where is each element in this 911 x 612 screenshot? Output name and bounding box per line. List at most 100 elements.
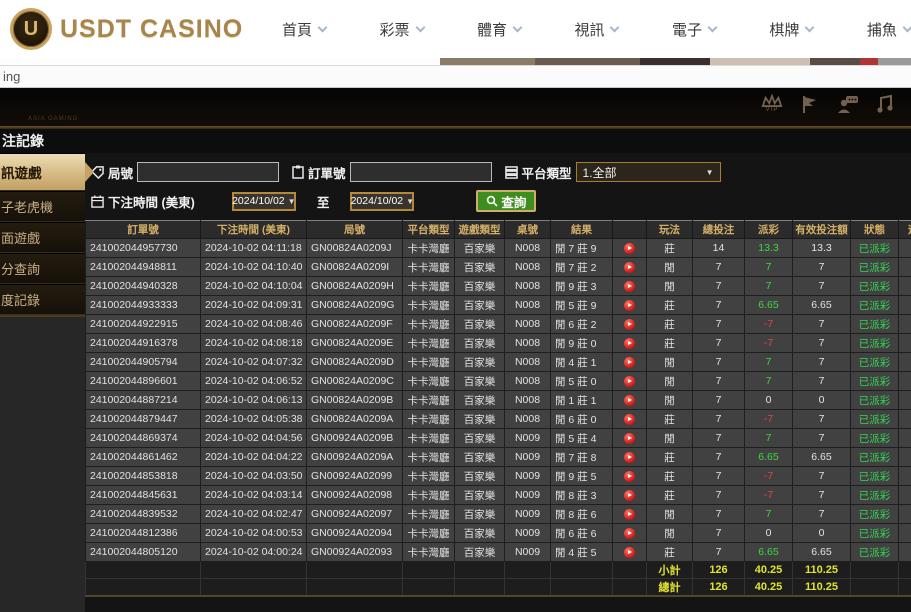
cell: 241002044940328	[86, 277, 201, 296]
cell	[899, 334, 911, 353]
cell: 閒 5 莊 9	[551, 296, 613, 315]
footer-cell: 40.25	[745, 562, 793, 579]
replay-icon[interactable]	[624, 243, 635, 254]
replay-icon[interactable]	[624, 490, 635, 501]
replay-icon[interactable]	[624, 338, 635, 349]
replay-icon[interactable]	[624, 528, 635, 539]
replay-icon[interactable]	[624, 357, 635, 368]
chevron-down-icon	[318, 22, 328, 32]
cell: 7	[693, 467, 745, 486]
footer-cell	[613, 562, 647, 579]
menu-item-5[interactable]: 棋牌	[769, 19, 813, 40]
footer-cell	[505, 579, 551, 597]
chevron-down-icon	[513, 22, 523, 32]
cell: 閒	[647, 353, 693, 372]
menu-item-6[interactable]: 捕魚	[867, 19, 911, 40]
flag-icon[interactable]	[800, 94, 820, 114]
replay-cell	[613, 334, 647, 353]
replay-icon[interactable]	[624, 509, 635, 520]
menu-item-1[interactable]: 彩票	[379, 19, 423, 40]
round-input[interactable]	[137, 162, 279, 182]
cell: 2024-10-02 04:06:13	[201, 391, 307, 410]
cell: GN00824A0209A	[307, 410, 403, 429]
cell: 莊	[647, 448, 693, 467]
cell	[899, 277, 911, 296]
cell: 7	[693, 258, 745, 277]
menu-item-2[interactable]: 體育	[477, 19, 521, 40]
cell: GN00924A02098	[307, 486, 403, 505]
footer-cell	[201, 562, 307, 579]
menu-item-3[interactable]: 視訊	[574, 19, 618, 40]
records-table: 訂單號下注時間 (美東)局號平台類型遊戲類型桌號結果玩法總投注派彩有效投注額狀態…	[85, 220, 911, 597]
cell: N008	[505, 296, 551, 315]
cell: 卡卡灣廳	[403, 543, 455, 562]
table-row: 2410020449333332024-10-02 04:09:31GN0082…	[86, 296, 911, 315]
menu-item-0[interactable]: 首頁	[282, 19, 326, 40]
search-button[interactable]: 查詢	[476, 190, 536, 212]
replay-icon[interactable]	[624, 414, 635, 425]
sidebar-item-4[interactable]: 度記錄	[0, 284, 85, 315]
round-label: 局號	[91, 163, 133, 182]
footer-cell	[505, 562, 551, 579]
cell: 閒 8 莊 6	[551, 505, 613, 524]
table-row: 2410020448794472024-10-02 04:05:38GN0082…	[86, 410, 911, 429]
cell: 7	[693, 353, 745, 372]
cell: 7	[693, 277, 745, 296]
cell: N008	[505, 353, 551, 372]
footer-cell: 小計	[647, 562, 693, 579]
cell: 卡卡灣廳	[403, 524, 455, 543]
cell: 2024-10-02 04:00:24	[201, 543, 307, 562]
sidebar-item-0[interactable]: 訊遊戲	[0, 153, 85, 191]
footer-cell	[201, 579, 307, 597]
filter-panel: 局號 訂單號 平台類型 1.全部▼ 下注時間	[85, 153, 911, 213]
replay-icon[interactable]	[624, 262, 635, 273]
replay-icon[interactable]	[624, 547, 635, 558]
cell: 莊	[647, 486, 693, 505]
cell: GN00924A02093	[307, 543, 403, 562]
cell: 已派彩	[851, 467, 899, 486]
table-row: 2410020449057942024-10-02 04:07:32GN0082…	[86, 353, 911, 372]
cell: 卡卡灣廳	[403, 258, 455, 277]
cell: 0	[745, 391, 793, 410]
date-from-picker[interactable]: 2024/10/02▼	[232, 192, 296, 211]
cell: 已派彩	[851, 391, 899, 410]
cell: N009	[505, 486, 551, 505]
cell: 13.3	[745, 239, 793, 258]
replay-cell	[613, 467, 647, 486]
cell: 閒	[647, 524, 693, 543]
cell: 7	[793, 486, 851, 505]
cell: 閒	[647, 277, 693, 296]
replay-icon[interactable]	[624, 300, 635, 311]
sidebar-item-1[interactable]: 子老虎機	[0, 191, 85, 222]
chevron-down-icon	[415, 22, 425, 32]
cell: 閒 6 莊 0	[551, 410, 613, 429]
sidebar-item-2[interactable]: 面遊戲	[0, 222, 85, 253]
cell: 百家樂	[455, 391, 505, 410]
cell: 7	[793, 258, 851, 277]
footer-cell: 126	[693, 562, 745, 579]
replay-icon[interactable]	[624, 395, 635, 406]
cell: 7	[793, 334, 851, 353]
footer-cell: 126	[693, 579, 745, 597]
replay-icon[interactable]	[624, 471, 635, 482]
replay-icon[interactable]	[624, 433, 635, 444]
date-to-picker[interactable]: 2024/10/02▼	[350, 192, 414, 211]
cell: 7	[793, 353, 851, 372]
cell: N009	[505, 524, 551, 543]
menu-item-4[interactable]: 電子	[672, 19, 716, 40]
cell: 卡卡灣廳	[403, 429, 455, 448]
cell: 7	[693, 410, 745, 429]
chat-person-icon[interactable]	[837, 94, 859, 114]
replay-icon[interactable]	[624, 376, 635, 387]
vip-crown-icon[interactable]: VIP	[761, 94, 783, 113]
music-note-icon[interactable]	[876, 94, 894, 114]
menu-item-label: 首頁	[282, 19, 312, 40]
sidebar-item-3[interactable]: 分查詢	[0, 253, 85, 284]
replay-icon[interactable]	[624, 319, 635, 330]
replay-icon[interactable]	[624, 452, 635, 463]
platform-select[interactable]: 1.全部▼	[576, 162, 721, 182]
logo[interactable]: U USDT CASINO	[0, 8, 252, 50]
order-input[interactable]	[350, 162, 492, 182]
footer-cell	[551, 562, 613, 579]
replay-icon[interactable]	[624, 281, 635, 292]
